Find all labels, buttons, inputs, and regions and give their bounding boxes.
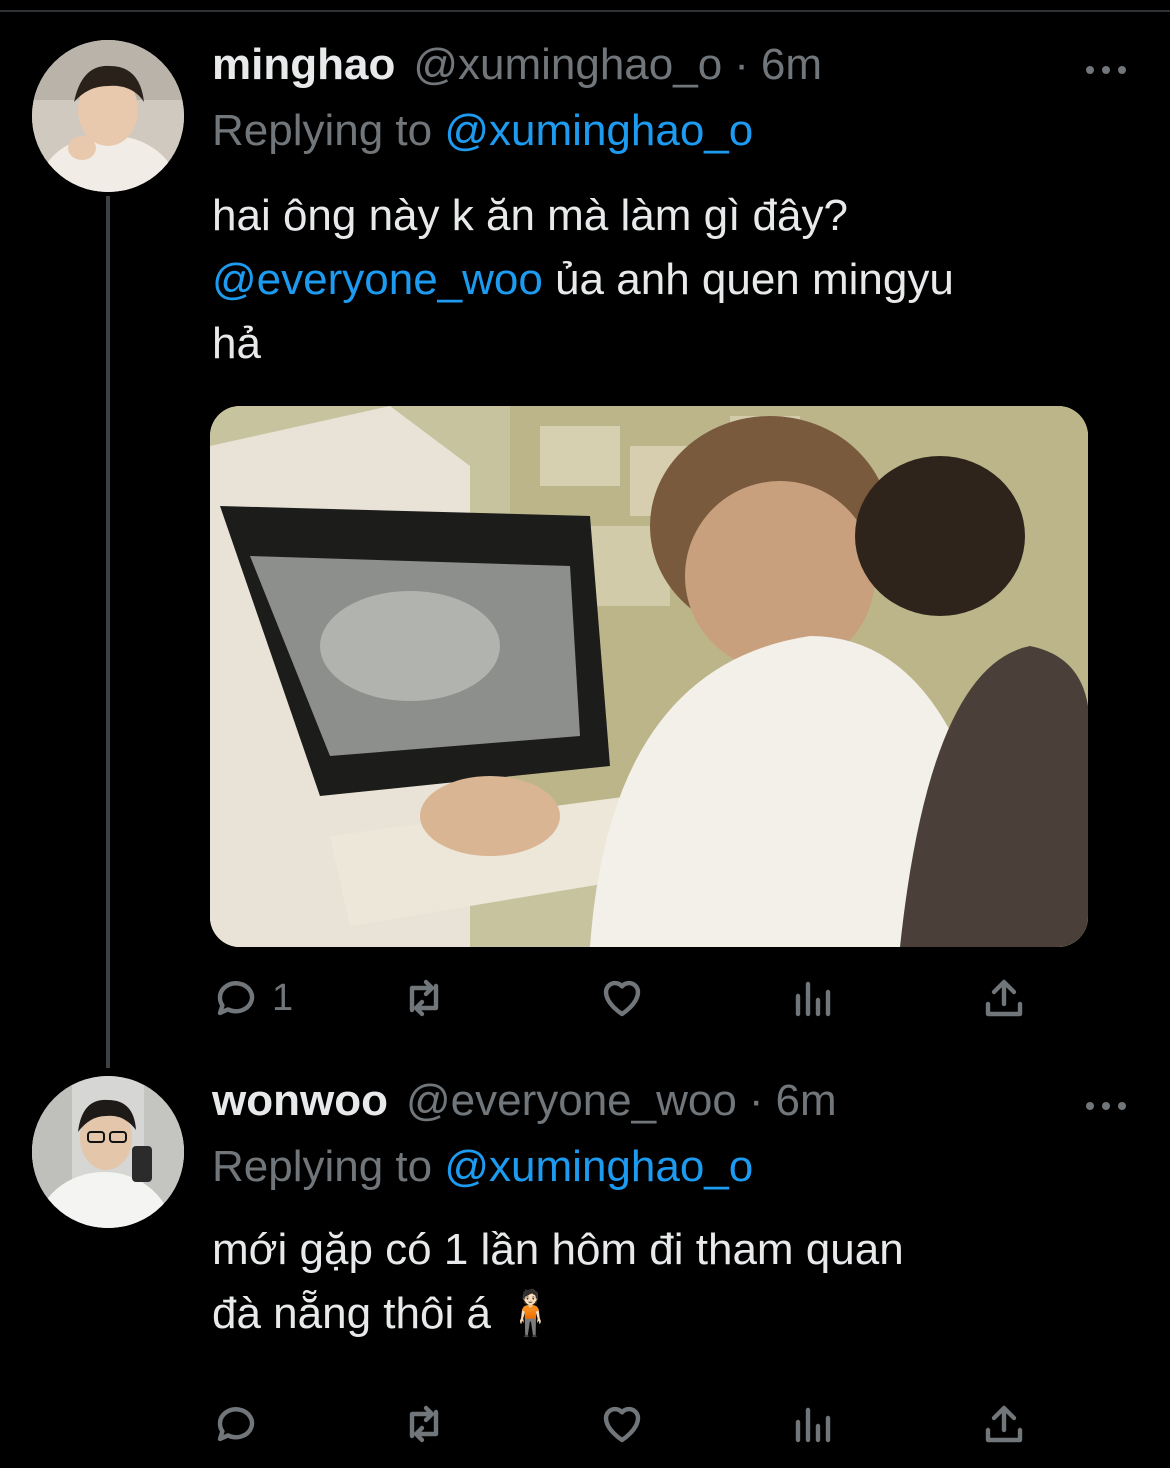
display-name[interactable]: minghao <box>212 40 395 90</box>
replying-to: Replying to @xuminghao_o <box>212 1142 753 1192</box>
reply-icon <box>217 981 255 1016</box>
tweet-text-line: đà nẵng thôi á 🧍🏻 <box>212 1289 558 1338</box>
share-icon <box>985 979 1023 1017</box>
like-icon <box>603 980 641 1017</box>
top-divider <box>0 0 1170 12</box>
display-name[interactable]: wonwoo <box>212 1076 388 1126</box>
thread-connector <box>106 196 110 1068</box>
separator-dot: · <box>748 1076 764 1125</box>
retweet-icon <box>409 1405 439 1443</box>
share-button[interactable] <box>980 970 1028 1026</box>
reply-button[interactable] <box>212 1396 260 1452</box>
retweet-button[interactable] <box>400 1396 448 1452</box>
share-button[interactable] <box>980 1396 1028 1452</box>
tweet-text: hai ông này k ăn mà làm gì đây? @everyon… <box>212 184 1132 376</box>
retweet-button[interactable] <box>400 970 448 1026</box>
tweet-text-line: mới gặp có 1 lần hôm đi tham quan <box>212 1225 904 1274</box>
tweet-header: minghao @xuminghao_o · 6m <box>212 40 822 100</box>
arcade-photo <box>210 406 1088 947</box>
more-icon[interactable] <box>1086 60 1126 80</box>
avatar-photo <box>32 1076 184 1228</box>
share-icon <box>985 1405 1023 1443</box>
tweet-text-line: @everyone_woo ủa anh quen mingyu <box>212 248 1132 312</box>
analytics-button[interactable] <box>788 970 836 1026</box>
timestamp[interactable]: 6m <box>761 40 822 90</box>
avatar-photo <box>32 40 184 192</box>
tweet-text: mới gặp có 1 lần hôm đi tham quan đà nẵn… <box>212 1218 1132 1346</box>
replying-mention[interactable]: @xuminghao_o <box>444 106 753 155</box>
timestamp[interactable]: 6m <box>775 1076 836 1126</box>
retweet-icon <box>409 979 439 1017</box>
avatar-wonwoo[interactable] <box>32 1076 184 1228</box>
analytics-icon <box>795 981 831 1017</box>
more-icon[interactable] <box>1086 1096 1126 1116</box>
replying-prefix: Replying to <box>212 1142 433 1191</box>
like-icon <box>603 1406 641 1443</box>
tweet-actions: 1 <box>212 970 1052 1026</box>
tweet-media-image[interactable] <box>210 406 1088 947</box>
avatar-minghao[interactable] <box>32 40 184 192</box>
reply-icon <box>217 1407 255 1442</box>
replying-mention[interactable]: @xuminghao_o <box>444 1142 753 1191</box>
like-button[interactable] <box>598 1396 646 1452</box>
user-handle[interactable]: @everyone_woo <box>406 1076 737 1126</box>
separator-dot: · <box>734 40 749 89</box>
tweet-text-fragment: ủa anh quen mingyu <box>542 255 954 304</box>
tweet-text-line: hả <box>212 319 261 368</box>
tweet-header: wonwoo @everyone_woo · 6m <box>212 1076 837 1136</box>
tweet-actions <box>212 1396 1052 1452</box>
reply-count: 1 <box>272 976 294 1019</box>
analytics-icon <box>795 1407 831 1443</box>
replying-to: Replying to @xuminghao_o <box>212 106 753 156</box>
user-handle[interactable]: @xuminghao_o <box>413 40 722 90</box>
tweet-text-line: hai ông này k ăn mà làm gì đây? <box>212 191 848 240</box>
reply-button[interactable]: 1 <box>212 970 293 1026</box>
like-button[interactable] <box>598 970 646 1026</box>
mention-link[interactable]: @everyone_woo <box>212 255 543 304</box>
analytics-button[interactable] <box>788 1396 836 1452</box>
replying-prefix: Replying to <box>212 106 433 155</box>
